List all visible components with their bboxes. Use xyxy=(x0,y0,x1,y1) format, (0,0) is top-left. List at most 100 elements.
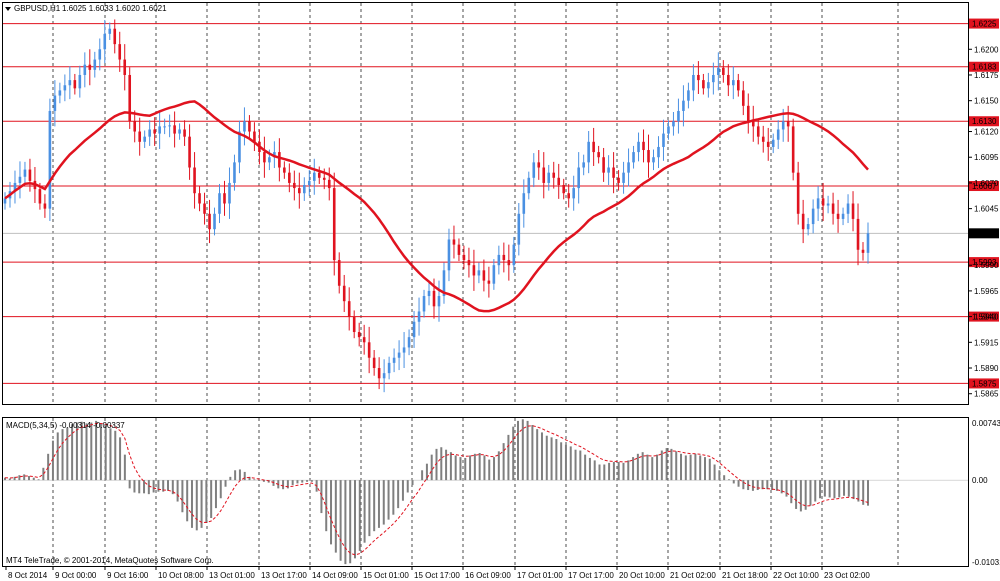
x-tick-label: 22 Oct 10:00 xyxy=(773,571,819,580)
candle-body xyxy=(692,74,695,91)
candle-body xyxy=(208,213,211,230)
macd-ylabel-zero: 0.00 xyxy=(972,476,988,485)
candle-body xyxy=(487,280,491,284)
candle-body xyxy=(298,188,301,194)
candle-body xyxy=(347,301,351,317)
candle-body xyxy=(68,80,72,86)
candle-body xyxy=(392,357,396,363)
x-tick-label: 9 Oct 16:00 xyxy=(107,571,149,580)
candle-body xyxy=(123,59,127,75)
level-price-label: 1.6130 xyxy=(972,117,997,126)
candle-body xyxy=(48,110,52,209)
candle-body xyxy=(796,172,800,214)
candle-body xyxy=(597,152,600,158)
x-tick-label: 23 Oct 02:00 xyxy=(824,571,870,580)
candle-body xyxy=(422,296,426,312)
candle-body xyxy=(362,337,366,343)
x-tick-label: 13 Oct 01:00 xyxy=(209,571,255,580)
candle-body xyxy=(781,121,785,130)
candle-body xyxy=(657,146,660,158)
candle-body xyxy=(53,95,57,111)
candle-body xyxy=(846,203,850,214)
candle-body xyxy=(342,285,346,302)
candle-body xyxy=(542,167,546,183)
candle-body xyxy=(677,110,680,122)
candle-body xyxy=(303,184,306,194)
candle-body xyxy=(717,67,720,75)
candle-body xyxy=(93,59,97,70)
candle-body xyxy=(203,203,206,214)
candle-body xyxy=(238,131,241,163)
candle-body xyxy=(771,139,775,147)
candle-body xyxy=(707,82,710,89)
candle-body xyxy=(367,342,371,358)
candle-body xyxy=(622,172,625,183)
candle-body xyxy=(741,90,745,106)
candle-body xyxy=(223,193,226,204)
y-tick-label: 1.6175 xyxy=(974,71,999,80)
candle-body xyxy=(776,129,780,140)
candle-body xyxy=(268,157,271,163)
macd-ylabel-bottom: -0.01031 xyxy=(972,558,1000,567)
x-tick-label: 14 Oct 09:00 xyxy=(312,571,358,580)
y-tick-label: 1.5890 xyxy=(974,364,999,373)
candle-body xyxy=(766,141,770,147)
candle-body xyxy=(512,244,516,266)
y-tick-label: 1.6200 xyxy=(974,45,999,54)
candle-body xyxy=(811,208,815,225)
candle-body xyxy=(687,90,690,101)
candle-body xyxy=(826,203,830,206)
candle-body xyxy=(118,44,122,60)
x-tick-label: 21 Oct 18:00 xyxy=(722,571,768,580)
candle-body xyxy=(263,152,266,163)
x-tick-label: 21 Oct 02:00 xyxy=(670,571,716,580)
candle-body xyxy=(851,203,855,219)
candle-body xyxy=(816,198,820,209)
candle-body xyxy=(652,157,655,163)
candle-body xyxy=(567,193,570,199)
candle-body xyxy=(572,188,575,199)
candle-body xyxy=(801,213,805,230)
candle-body xyxy=(602,157,605,173)
candle-body xyxy=(562,184,566,194)
candle-body xyxy=(452,239,456,245)
candle-body xyxy=(327,179,331,189)
candle-body xyxy=(831,203,835,214)
price-chart[interactable]: 1.62251.61831.61301.60671.59931.59401.58… xyxy=(0,0,1000,581)
candle-body xyxy=(737,80,740,91)
candle-body xyxy=(38,189,42,204)
x-tick-label: 17 Oct 01:00 xyxy=(517,571,563,580)
candle-body xyxy=(387,362,391,374)
candle-body xyxy=(467,260,471,266)
candle-body xyxy=(592,141,595,153)
y-tick-label: 1.6020 xyxy=(974,230,999,239)
time-axis: 8 Oct 2014 9 Oct 00:00 9 Oct 16:00 10 Oct 0… xyxy=(5,567,870,580)
candle-body xyxy=(193,167,196,194)
candle-body xyxy=(402,347,406,353)
macd-ylabel-top: 0.00743 xyxy=(972,419,1000,428)
candle-body xyxy=(312,172,316,181)
candle-body xyxy=(58,90,62,96)
x-tick-label: 17 Oct 17:00 xyxy=(568,571,614,580)
candle-body xyxy=(841,213,845,219)
x-tick-label: 16 Oct 09:00 xyxy=(465,571,511,580)
candle-body xyxy=(173,125,176,134)
candle-body xyxy=(168,125,171,127)
candle-body xyxy=(143,136,146,142)
candle-body xyxy=(153,129,156,134)
candle-body xyxy=(732,80,735,86)
candle-body xyxy=(722,67,725,75)
candle-body xyxy=(407,337,411,348)
candle-body xyxy=(632,152,635,163)
candle-body xyxy=(228,182,231,204)
y-tick-label: 1.6120 xyxy=(974,128,999,137)
candle-body xyxy=(577,167,580,189)
candle-body xyxy=(283,167,286,173)
candle-body xyxy=(702,80,705,89)
candle-body xyxy=(712,74,715,83)
candle-body xyxy=(288,172,291,183)
candle-body xyxy=(607,167,610,173)
candle-body xyxy=(552,172,556,178)
candle-body xyxy=(642,141,645,151)
candle-body xyxy=(133,121,136,132)
